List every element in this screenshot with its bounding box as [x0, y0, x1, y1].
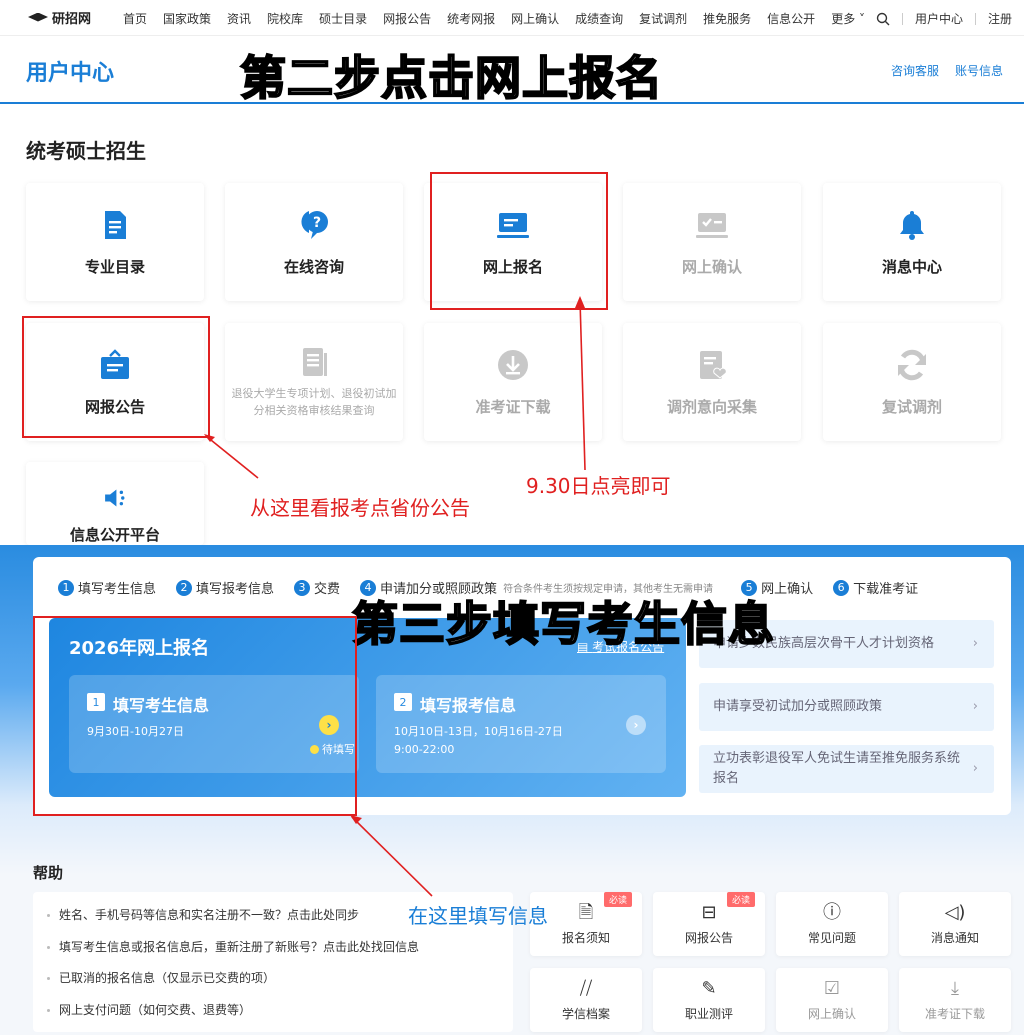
- document-icon: 🗎: [578, 901, 594, 923]
- help-title: 帮助: [33, 864, 64, 882]
- side-item-veteran-exempt[interactable]: 立功表彰退役军人免试生请至推免服务系统报名 ›: [699, 745, 994, 793]
- step-item: 1 填写考生信息: [58, 578, 156, 597]
- must-read-badge: 必读: [726, 892, 755, 907]
- evaluation-icon: ✎: [701, 977, 717, 999]
- book-icon: ⧸⧸: [579, 977, 593, 999]
- quick-online-confirm: ☑ 网上确认: [776, 968, 888, 1032]
- help-item[interactable]: 网上支付问题（如何交费、退费等）: [47, 1001, 251, 1018]
- side-item-bonus-policy[interactable]: 申请享受初试加分或照顾政策 ›: [699, 683, 994, 731]
- chevron-right-icon: ›: [972, 699, 978, 714]
- step-item: 2 填写报考信息: [176, 578, 274, 597]
- annotation-step3: 第三步填写考生信息: [351, 596, 775, 652]
- annotation-box-fill-info: [33, 616, 357, 816]
- fill-application-info-box[interactable]: 2 填写报考信息 10月10日-13日，10月16日-27日 9:00-22:00…: [376, 675, 666, 773]
- quick-xuexin-archive[interactable]: ⧸⧸ 学信档案: [530, 968, 642, 1032]
- help-item[interactable]: 填写考生信息或报名信息后，重新注册了新账号？点击此处找回信息: [47, 938, 419, 955]
- step-item: 6 下载准考证: [833, 578, 918, 597]
- annotation-note-notice: 从这里看报考点省份公告: [250, 496, 470, 520]
- annotation-note-fill: 在这里填写信息: [408, 904, 548, 928]
- annotation-arrows: [204, 296, 586, 479]
- quick-career-evaluation[interactable]: ✎ 职业测评: [653, 968, 765, 1032]
- checklist-icon: ☑: [823, 977, 841, 999]
- quick-ticket-download: ⤓ 准考证下载: [899, 968, 1011, 1032]
- step-item: 3 交费: [294, 578, 340, 597]
- quick-notifications[interactable]: ◁) 消息通知: [899, 892, 1011, 956]
- notice-bag-icon: ⊟: [701, 901, 717, 923]
- quick-faq[interactable]: ⓘ 常见问题: [776, 892, 888, 956]
- help-item[interactable]: 已取消的报名信息（仅显示已交费的项）: [47, 969, 275, 986]
- arrow-right-icon[interactable]: ›: [626, 715, 646, 735]
- must-read-badge: 必读: [603, 892, 632, 907]
- chevron-right-icon: ›: [972, 761, 978, 776]
- speaker-icon: ◁): [944, 901, 966, 923]
- quick-registration-notice[interactable]: 必读 ⊟ 网报公告: [653, 892, 765, 956]
- question-icon: ⓘ: [823, 901, 841, 923]
- download-icon: ⤓: [951, 977, 959, 999]
- annotation-note-date: 9.30日点亮即可: [526, 474, 671, 498]
- help-item[interactable]: 姓名、手机号码等信息和实名注册不一致？点击此处同步: [47, 906, 359, 923]
- chevron-right-icon: ›: [972, 636, 978, 651]
